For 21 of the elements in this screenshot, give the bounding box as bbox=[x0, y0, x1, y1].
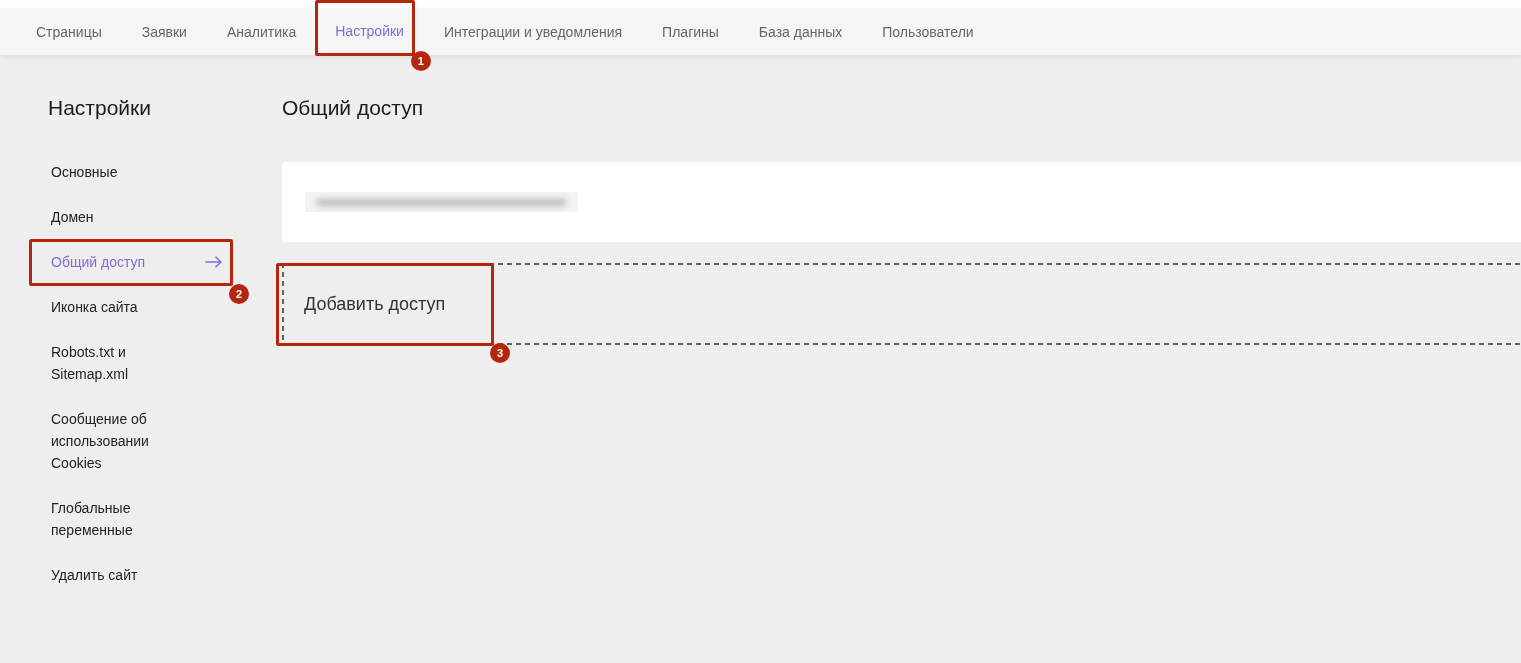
sidebar-item[interactable]: Основные bbox=[51, 161, 222, 183]
sidebar-title: Настройки bbox=[48, 95, 151, 121]
nav-tab[interactable]: Настройки bbox=[318, 3, 412, 53]
nav-tab[interactable]: Аналитика bbox=[206, 8, 317, 55]
sidebar-item[interactable]: Домен bbox=[51, 206, 222, 228]
annotation-badge: 3 bbox=[490, 343, 510, 363]
nav-tab[interactable]: Плагины bbox=[642, 8, 739, 55]
page-title: Общий доступ bbox=[282, 95, 424, 121]
sidebar-item[interactable]: Сообщение об использовании Cookies bbox=[51, 408, 222, 474]
annotation-badge: 1 bbox=[410, 51, 431, 71]
nav-tab[interactable]: Страницы bbox=[16, 8, 122, 55]
sidebar-item[interactable]: Иконка сайта bbox=[51, 296, 222, 318]
sidebar-item[interactable]: Глобальные переменные bbox=[51, 497, 222, 541]
nav-tab[interactable]: База данных bbox=[738, 8, 863, 55]
sidebar-item[interactable]: Общий доступ bbox=[51, 251, 222, 273]
arrow-right-icon bbox=[205, 256, 222, 268]
nav-tab[interactable]: Пользователи bbox=[862, 8, 994, 55]
annotation-badge: 2 bbox=[229, 284, 249, 304]
sidebar-item[interactable]: Robots.txt и Sitemap.xml bbox=[51, 341, 222, 385]
sidebar-item[interactable]: Удалить сайт bbox=[51, 564, 222, 586]
nav-tab[interactable]: Заявки bbox=[121, 8, 207, 55]
